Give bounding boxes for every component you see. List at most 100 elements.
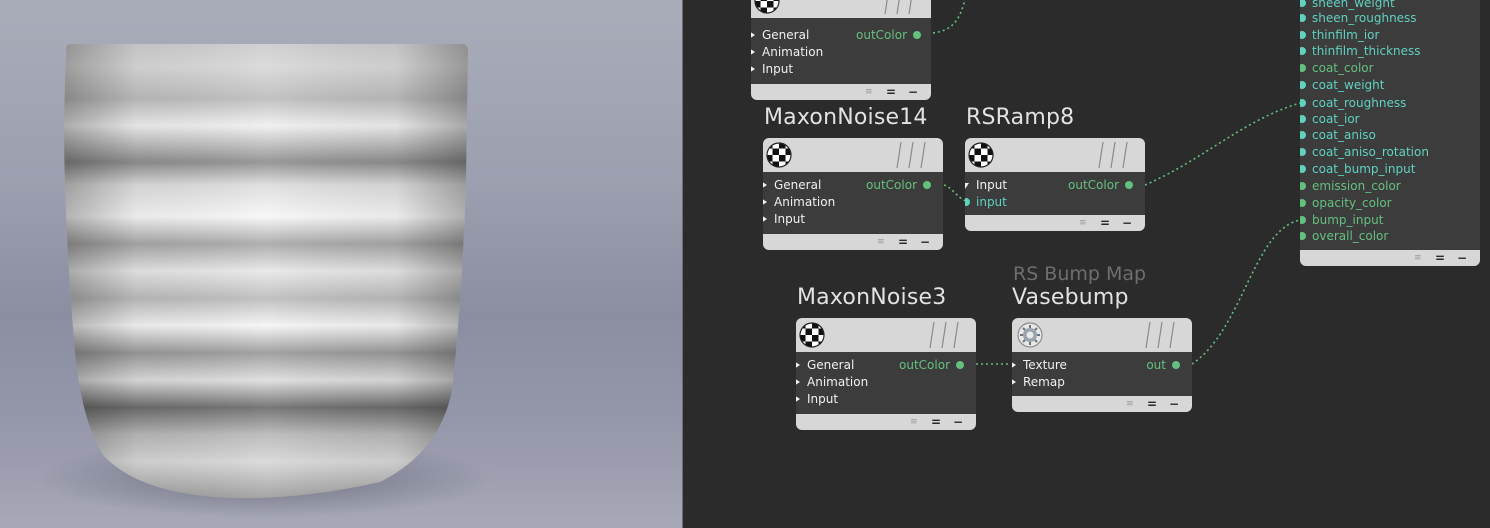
footer-expand-icon[interactable]: = (886, 84, 896, 100)
render-viewport[interactable] (0, 0, 682, 528)
node-preview-slashes-icon (929, 321, 959, 349)
vase-render (35, 44, 495, 518)
input-port[interactable] (1300, 64, 1306, 72)
checker-texture-icon (968, 142, 994, 168)
node-footer: ≡ = − (763, 234, 943, 250)
output-port[interactable] (913, 31, 921, 39)
node-material[interactable]: sheen_weight sheen_roughness thinfilm_io… (1300, 0, 1480, 266)
input-port[interactable] (1300, 131, 1306, 139)
wire-ramp8-coat-roughness (1144, 102, 1301, 186)
node-title-maxonnoise3[interactable]: MaxonNoise3 (797, 285, 946, 310)
footer-grip-icon[interactable]: ≡ (1414, 250, 1422, 266)
expand-triangle-icon (1012, 378, 1016, 386)
footer-expand-icon[interactable]: = (898, 234, 908, 250)
node-footer: ≡ = − (1012, 396, 1192, 412)
node-type-label: RS Bump Map (1013, 263, 1147, 285)
row-label: Texture (1023, 358, 1067, 372)
input-label: coat_aniso (1312, 128, 1376, 142)
node-title-maxonnoise14[interactable]: MaxonNoise14 (764, 105, 928, 130)
node-row-input[interactable]: Input (751, 61, 931, 77)
node-row-texture[interactable]: Texture out (1012, 357, 1192, 373)
footer-grip-icon[interactable]: ≡ (877, 234, 885, 250)
output-port[interactable] (923, 181, 931, 189)
footer-grip-icon[interactable]: ≡ (910, 414, 918, 430)
footer-collapse-icon[interactable]: − (1169, 396, 1179, 412)
input-port[interactable] (1300, 47, 1306, 55)
node-maxonnoise3[interactable]: General outColor Animation Input ≡ = − (796, 318, 976, 430)
output-port-label: outColor (856, 28, 907, 42)
footer-collapse-icon[interactable]: − (1122, 215, 1132, 231)
output-port[interactable] (1172, 361, 1180, 369)
footer-grip-icon[interactable]: ≡ (865, 84, 873, 100)
node-row-general[interactable]: General outColor (751, 27, 931, 43)
node-rsramp8[interactable]: Input outColor input ≡ = − (965, 138, 1145, 231)
node-row-animation[interactable]: Animation (751, 44, 931, 60)
node-row-general[interactable]: General outColor (763, 177, 943, 193)
footer-expand-icon[interactable]: = (1435, 250, 1445, 266)
input-label: coat_color (1312, 61, 1374, 75)
input-port[interactable] (1300, 232, 1306, 240)
input-port[interactable] (1300, 81, 1306, 89)
node-row-general[interactable]: General outColor (796, 357, 976, 373)
input-port[interactable] (1300, 199, 1306, 207)
node-title-vasebump[interactable]: Vasebump (1012, 285, 1129, 310)
input-label: coat_aniso_rotation (1312, 145, 1429, 159)
node-row-animation[interactable]: Animation (796, 374, 976, 390)
footer-collapse-icon[interactable]: − (920, 234, 930, 250)
footer-collapse-icon[interactable]: − (908, 84, 918, 100)
node-row-input[interactable]: Input (763, 211, 943, 227)
input-port[interactable] (1300, 148, 1306, 156)
footer-grip-icon[interactable]: ≡ (1126, 396, 1134, 412)
input-label: emission_color (1312, 179, 1401, 193)
node-maxonnoise14[interactable]: General outColor Animation Input ≡ = − (763, 138, 943, 250)
input-port[interactable] (1300, 14, 1306, 22)
node-vasebump[interactable]: Texture out Remap ≡ = − (1012, 318, 1192, 412)
output-port-label: outColor (1068, 178, 1119, 192)
input-port[interactable] (1300, 216, 1306, 224)
expand-triangle-icon (796, 395, 800, 403)
node-header[interactable] (796, 318, 976, 352)
row-label: Input (762, 62, 794, 76)
node-header[interactable] (763, 138, 943, 172)
input-port[interactable] (1300, 99, 1306, 107)
expand-triangle-icon (796, 378, 800, 386)
node-header[interactable] (965, 138, 1145, 172)
footer-collapse-icon[interactable]: − (1457, 250, 1467, 266)
node-preview-slashes-icon (896, 141, 926, 169)
node-row-animation[interactable]: Animation (763, 194, 943, 210)
footer-collapse-icon[interactable]: − (953, 414, 963, 430)
node-title-rsramp8[interactable]: RSRamp8 (966, 105, 1074, 130)
footer-expand-icon[interactable]: = (1147, 396, 1157, 412)
input-label: opacity_color (1312, 196, 1392, 210)
input-label: bump_input (1312, 213, 1384, 227)
expand-triangle-icon (751, 65, 755, 73)
input-port[interactable] (1300, 115, 1306, 123)
node-editor[interactable]: General outColor Animation Input ≡ = − M… (683, 0, 1490, 528)
input-port[interactable] (965, 198, 970, 206)
input-port[interactable] (1300, 182, 1306, 190)
footer-grip-icon[interactable]: ≡ (1079, 215, 1087, 231)
expand-triangle-icon (751, 31, 755, 39)
row-label: Animation (774, 195, 836, 209)
footer-expand-icon[interactable]: = (931, 414, 941, 430)
expand-triangle-icon (763, 181, 767, 189)
node-row-input[interactable]: Input (796, 391, 976, 407)
row-label: Remap (1023, 375, 1065, 389)
input-port[interactable] (1300, 31, 1306, 39)
node-row-input-group[interactable]: Input outColor (965, 177, 1145, 193)
input-port[interactable] (1300, 165, 1306, 173)
node-footer: ≡ = − (751, 84, 931, 100)
node-header[interactable] (751, 0, 931, 18)
node-row-input-port[interactable]: input (965, 194, 1145, 210)
output-port[interactable] (956, 361, 964, 369)
output-port[interactable] (1125, 181, 1133, 189)
input-label: coat_bump_input (1312, 162, 1416, 176)
node-top-noise[interactable]: General outColor Animation Input ≡ = − (751, 0, 931, 100)
footer-expand-icon[interactable]: = (1100, 215, 1110, 231)
node-row-remap[interactable]: Remap (1012, 374, 1192, 390)
checker-texture-icon (754, 0, 780, 14)
input-port[interactable] (1300, 0, 1306, 7)
node-header[interactable] (1012, 318, 1192, 352)
input-label: coat_weight (1312, 78, 1385, 92)
input-label: coat_roughness (1312, 96, 1407, 110)
